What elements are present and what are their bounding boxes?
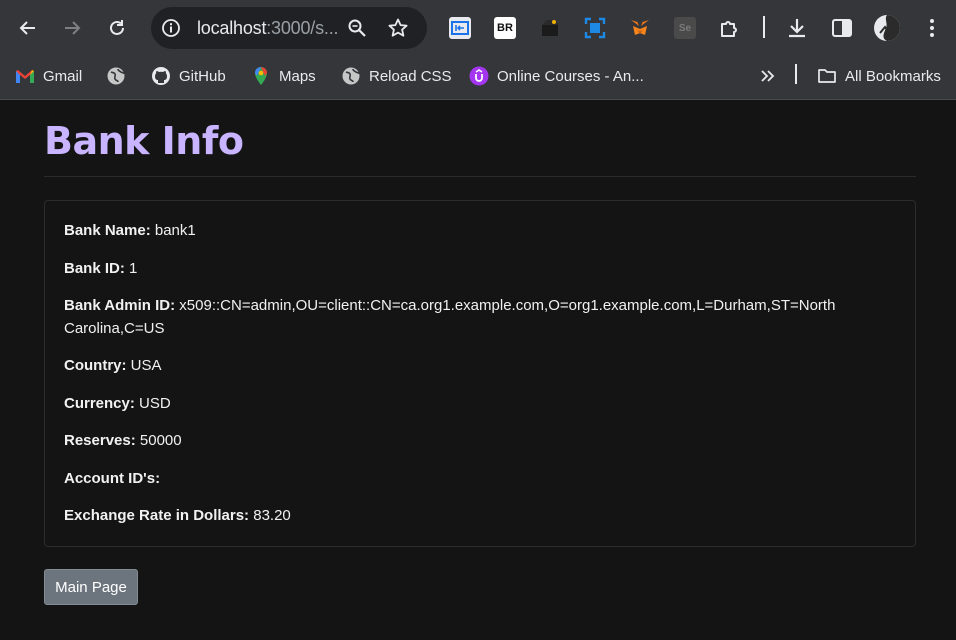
field-account-ids: Account ID's: bbox=[64, 470, 161, 487]
bookmark-star-icon[interactable] bbox=[387, 17, 409, 39]
bookmarks-divider bbox=[795, 64, 797, 84]
title-divider bbox=[44, 176, 916, 177]
extension-br-icon[interactable]: BR bbox=[494, 17, 516, 39]
bookmark-github[interactable]: GitHub bbox=[151, 65, 226, 87]
field-reserves: Reserves: 50000 bbox=[64, 432, 182, 449]
maps-pin-icon bbox=[251, 66, 271, 86]
field-country: Country: USA bbox=[64, 357, 162, 374]
gmail-icon bbox=[15, 66, 35, 86]
profile-avatar[interactable] bbox=[874, 15, 900, 41]
folder-icon bbox=[817, 66, 837, 86]
bookmark-gmail[interactable]: Gmail bbox=[15, 65, 82, 87]
bookmarks-overflow-button[interactable] bbox=[758, 65, 778, 87]
more-menu-icon[interactable] bbox=[920, 16, 944, 40]
field-bank-name: Bank Name: bank1 bbox=[64, 222, 196, 239]
back-button[interactable] bbox=[10, 10, 46, 46]
extension-tab-icon[interactable] bbox=[449, 17, 471, 39]
side-panel-icon[interactable] bbox=[830, 16, 854, 40]
globe-icon bbox=[106, 66, 126, 86]
reload-icon bbox=[110, 20, 124, 35]
extension-selenium-icon[interactable]: Se bbox=[674, 17, 696, 39]
field-bank-admin-id: Bank Admin ID: x509::CN=admin,OU=client:… bbox=[64, 297, 836, 337]
field-exchange-rate: Exchange Rate in Dollars: 83.20 bbox=[64, 507, 291, 524]
toolbar-divider bbox=[763, 16, 765, 38]
github-icon bbox=[151, 66, 171, 86]
extensions-puzzle-icon[interactable] bbox=[718, 16, 742, 40]
info-icon[interactable] bbox=[161, 18, 181, 38]
browser-toolbar: localhost:3000/s... BR Se bbox=[0, 0, 956, 56]
page-content: Bank Info Bank Name: bank1 Bank ID: 1 Ba… bbox=[0, 101, 956, 640]
extension-dark-icon[interactable] bbox=[539, 17, 561, 39]
metamask-fox-icon[interactable] bbox=[629, 17, 651, 39]
address-bar[interactable]: localhost:3000/s... bbox=[151, 7, 427, 49]
all-bookmarks-button[interactable]: All Bookmarks bbox=[817, 65, 941, 87]
chevron-double-right-icon bbox=[761, 70, 775, 82]
field-bank-id: Bank ID: 1 bbox=[64, 260, 138, 277]
globe-icon bbox=[341, 66, 361, 86]
url-text[interactable]: localhost:3000/s... bbox=[197, 18, 339, 39]
bookmark-maps[interactable]: Maps bbox=[251, 65, 316, 87]
bookmark-globe[interactable] bbox=[106, 65, 134, 87]
bookmark-online-courses[interactable]: Online Courses - An... bbox=[469, 65, 644, 87]
page-title: Bank Info bbox=[44, 119, 244, 163]
download-icon[interactable] bbox=[785, 16, 809, 40]
arrow-left-icon bbox=[19, 21, 35, 35]
reload-button[interactable] bbox=[99, 10, 135, 46]
bank-info-card: Bank Name: bank1 Bank ID: 1 Bank Admin I… bbox=[44, 200, 916, 547]
extension-screenshot-icon[interactable] bbox=[584, 17, 606, 39]
field-currency: Currency: USD bbox=[64, 395, 171, 412]
bookmarks-bar: Gmail GitHub Maps Reload CSS Online Cour… bbox=[0, 56, 956, 100]
forward-button[interactable] bbox=[54, 10, 90, 46]
arrow-right-icon bbox=[65, 21, 81, 35]
zoom-icon[interactable] bbox=[347, 18, 367, 38]
bookmark-reload-css[interactable]: Reload CSS bbox=[341, 65, 452, 87]
udemy-icon bbox=[469, 66, 489, 86]
main-page-button[interactable]: Main Page bbox=[44, 569, 138, 605]
